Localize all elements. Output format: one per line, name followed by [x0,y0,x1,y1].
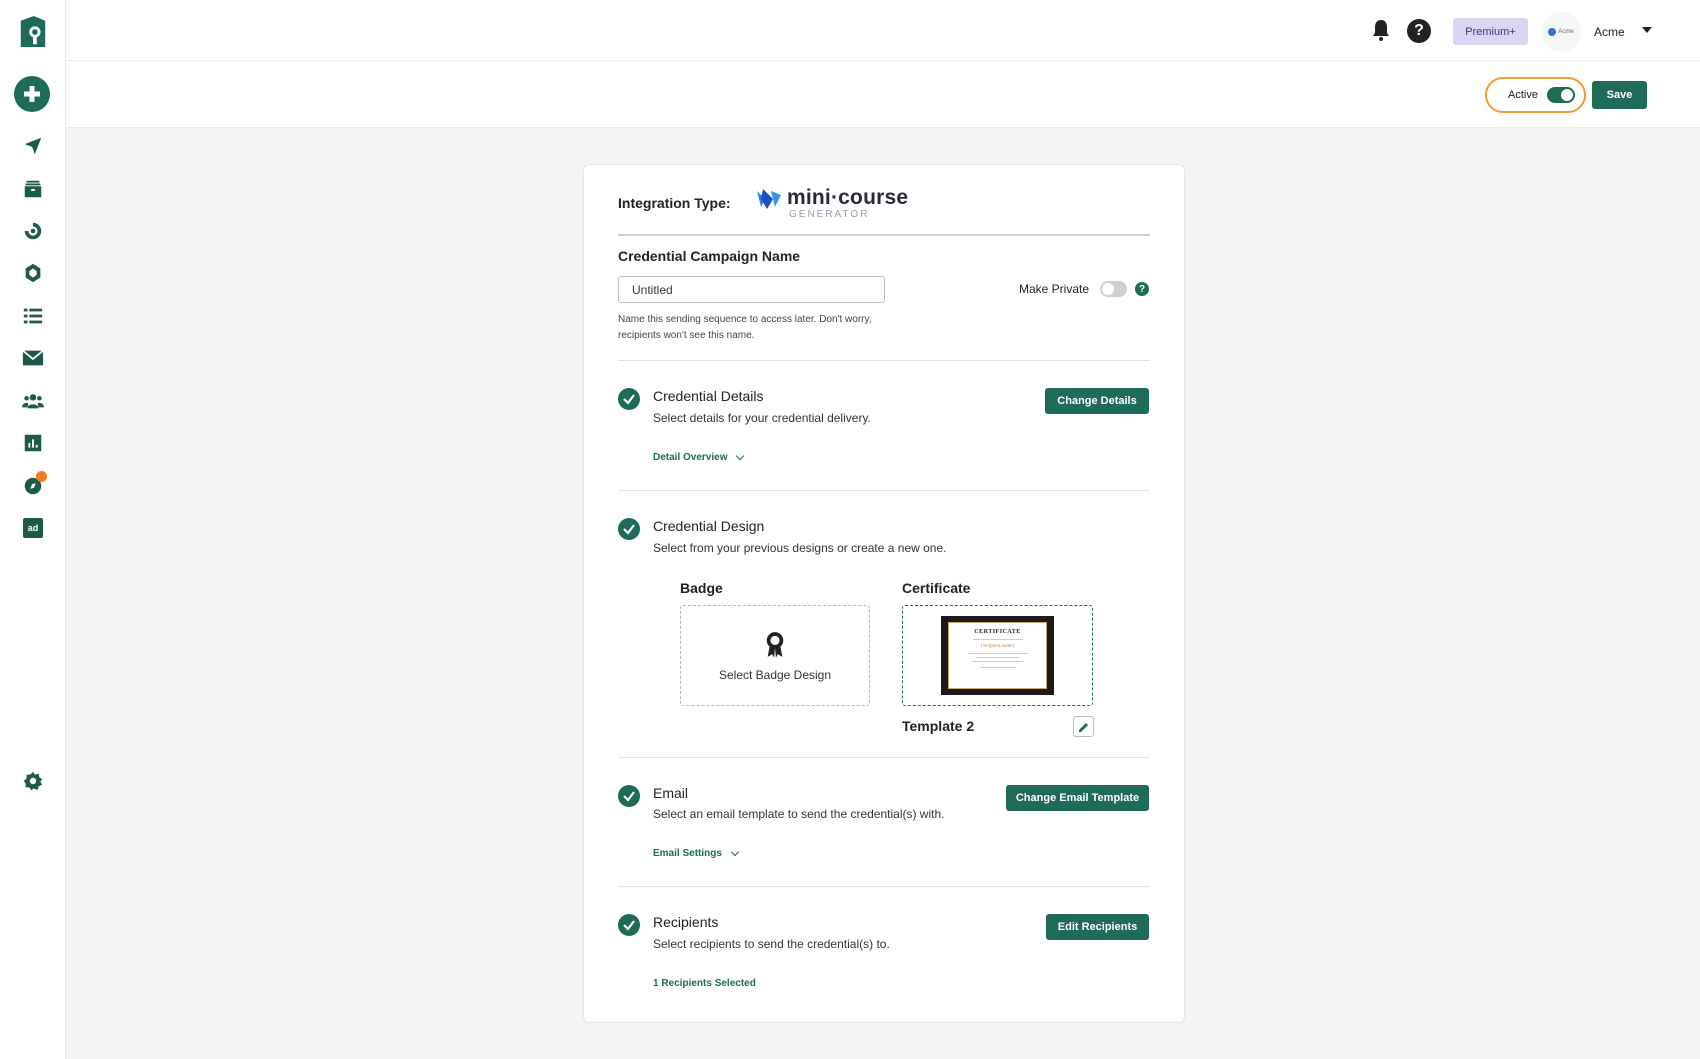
save-button[interactable]: Save [1592,81,1647,109]
ad-icon-label: ad [23,518,43,538]
email-check-icon [618,785,640,807]
recipients-selected-label: 1 Recipients Selected [653,978,756,989]
active-label: Active [1508,89,1538,101]
certificate-design-box[interactable]: CERTIFICATE {recipient.name} [902,605,1093,706]
account-logo-text: Acme [1558,29,1574,35]
mail-icon[interactable] [18,343,48,373]
account-logo[interactable]: Acme [1541,12,1581,52]
plan-badge[interactable]: Premium+ [1453,18,1528,45]
certificate-thumb-heading: CERTIFICATE [974,629,1021,635]
make-private-label: Make Private [1019,282,1090,296]
recipients-title: Recipients [653,914,719,930]
send-icon[interactable] [18,131,48,161]
account-logo-dot [1548,28,1557,36]
divider [618,490,1150,491]
design-description: Select from your previous designs or cre… [653,541,947,555]
divider [618,886,1150,887]
integration-logo: mini·course GENERATOR [755,187,908,220]
details-description: Select details for your credential deliv… [653,411,871,425]
chevron-down-icon [736,451,745,460]
divider [618,360,1150,361]
email-description: Select an email template to send the cre… [653,807,945,821]
email-title: Email [653,785,689,801]
notification-dot [36,471,47,482]
recipients-selected-link[interactable]: 1 Recipients Selected [653,978,756,989]
divider [618,757,1150,758]
create-plus-icon[interactable] [14,76,50,112]
integration-logo-title: mini·course [787,186,909,209]
app-logo-icon[interactable] [16,14,50,50]
integration-icon[interactable] [18,216,48,246]
account-name[interactable]: Acme [1594,25,1625,39]
certificate-column-title: Certificate [902,580,971,596]
badge-column-title: Badge [680,580,723,596]
campaign-name-label: Credential Campaign Name [618,248,801,264]
ad-icon[interactable]: ad [18,513,48,543]
analytics-icon[interactable] [18,428,48,458]
help-icon[interactable]: ? [1407,19,1431,43]
design-check-icon [618,518,640,540]
design-title: Credential Design [653,518,765,534]
certificate-thumb-line [975,657,1020,658]
certificate-thumb-line [979,667,1016,668]
email-settings-label: Email Settings [653,848,722,859]
details-title: Credential Details [653,388,764,404]
edit-recipients-button[interactable]: Edit Recipients [1046,914,1149,940]
pencil-icon [1078,722,1088,732]
badge-icon[interactable] [18,258,48,288]
active-toggle-group[interactable]: Active [1485,77,1586,113]
detail-overview-label: Detail Overview [653,452,728,463]
certificate-thumb-line [972,639,1023,640]
certificate-thumb-name: {recipient.name} [980,644,1015,649]
recipients-description: Select recipients to send the credential… [653,937,890,951]
certificate-thumbnail: CERTIFICATE {recipient.name} [941,616,1054,695]
integration-type-label: Integration Type: [618,195,731,211]
sidebar: ad [0,0,66,1059]
list-icon[interactable] [18,301,48,331]
compass-icon[interactable] [18,471,48,501]
edit-template-button[interactable] [1073,716,1094,737]
campaign-name-helper: Name this sending sequence to access lat… [618,314,872,341]
select-badge-design-box[interactable]: Select Badge Design [680,605,870,706]
campaign-name-input[interactable] [618,276,885,303]
archive-icon[interactable] [18,174,48,204]
settings-icon[interactable] [18,766,48,796]
divider [618,234,1150,236]
integration-logo-subtitle: GENERATOR [789,209,870,220]
template-name: Template 2 [902,718,975,734]
certificate-thumb-line [971,661,1024,662]
select-badge-design-label: Select Badge Design [718,667,832,682]
chevron-down-icon [730,847,740,856]
notifications-bell-icon[interactable] [1369,18,1393,42]
badge-ribbon-icon [766,631,784,658]
make-private-toggle[interactable] [1100,281,1127,297]
change-details-button[interactable]: Change Details [1045,388,1149,414]
make-private-help-icon[interactable]: ? [1135,282,1149,296]
certificate-thumb-line [967,653,1028,654]
chevron-down-icon[interactable] [1642,27,1652,33]
action-bar [66,61,1700,128]
details-check-icon [618,388,640,410]
active-toggle[interactable] [1546,87,1575,103]
mini-course-logo-icon [757,189,781,209]
change-email-template-button[interactable]: Change Email Template [1006,785,1149,811]
detail-overview-toggle[interactable]: Detail Overview [653,451,745,463]
email-settings-toggle[interactable]: Email Settings [653,847,740,859]
certificate-paper: CERTIFICATE {recipient.name} [948,622,1047,689]
recipients-check-icon [618,914,640,936]
users-icon[interactable] [18,386,48,416]
campaign-card: Integration Type: mini·course GENERATOR … [583,164,1185,1023]
